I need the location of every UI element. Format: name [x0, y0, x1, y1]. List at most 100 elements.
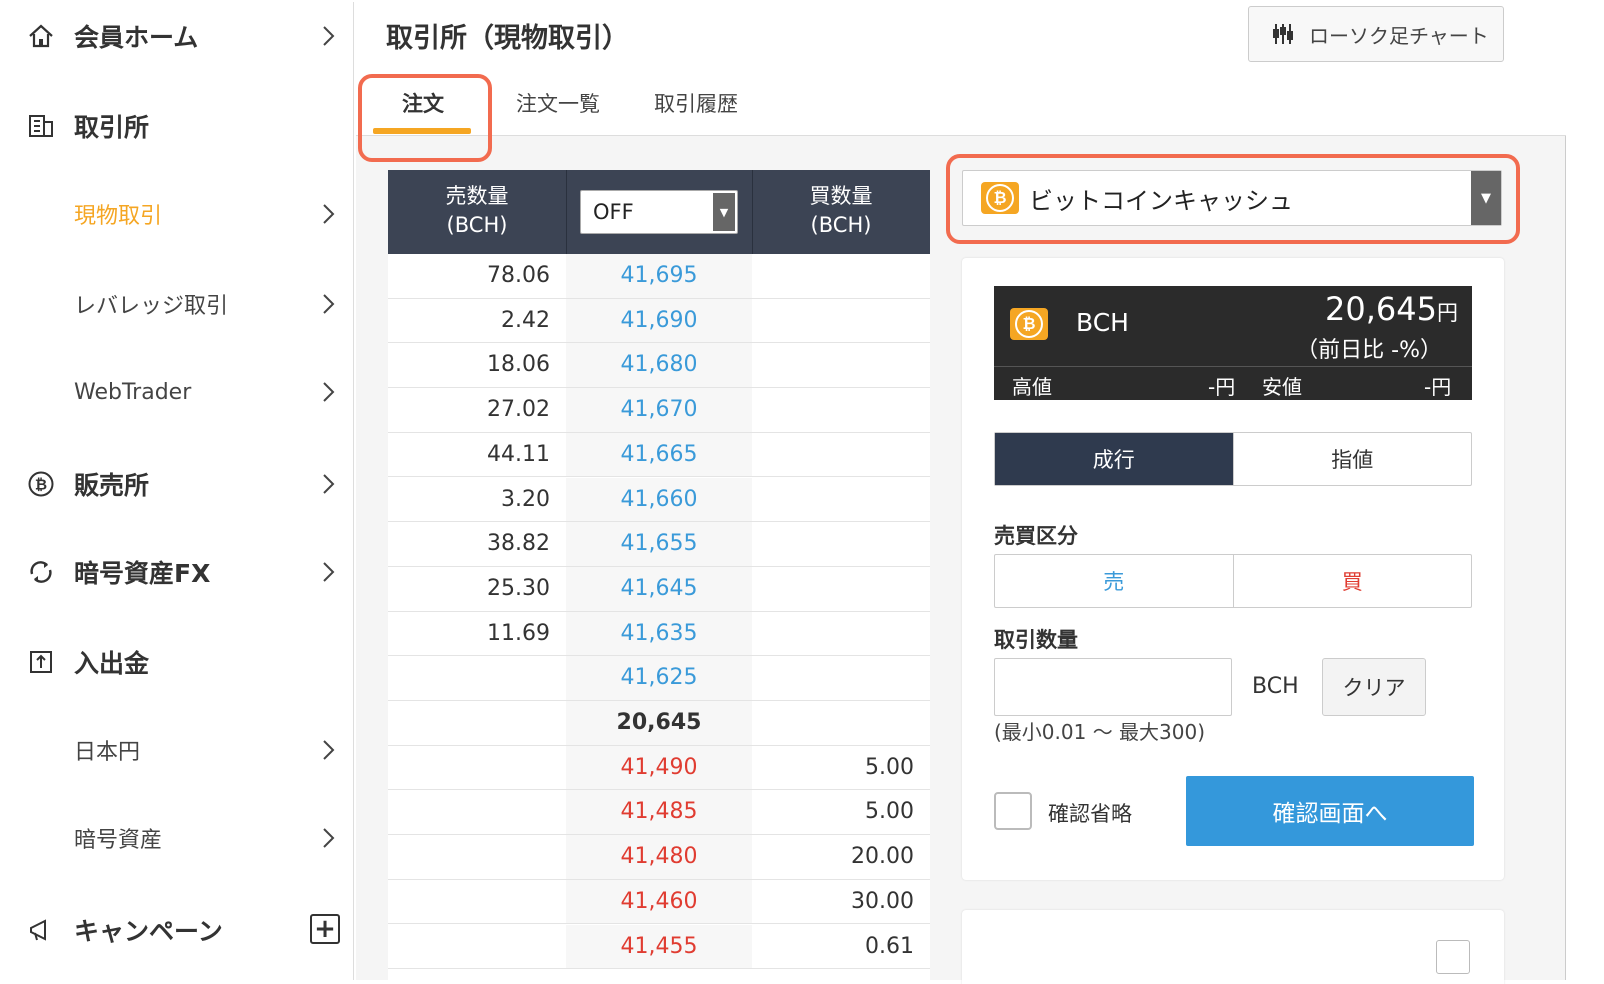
- bid-row[interactable]: 41,485 5.00: [388, 790, 930, 836]
- buy-button[interactable]: 買: [1232, 555, 1472, 607]
- order-panel: ₿ BCH 20,645円 （前日比 -%） 高値 -円 安値 -円 成行 指値…: [962, 258, 1504, 880]
- sidebar-item-jpy[interactable]: 日本円: [2, 720, 354, 780]
- sidebar-item-campaign[interactable]: キャンペーン +: [2, 900, 354, 960]
- quantity-unit: BCH: [1252, 674, 1299, 699]
- bid-price[interactable]: 41,455: [566, 924, 752, 969]
- current-price: 20,645円: [1325, 290, 1458, 328]
- limit-order-button[interactable]: 指値: [1232, 433, 1472, 485]
- sidebar-item-label: 日本円: [74, 740, 141, 765]
- sidebar-item-crypto-fx[interactable]: 暗号資産FX: [2, 542, 354, 602]
- ask-price[interactable]: 41,680: [566, 343, 752, 388]
- current-price-value: 20,645: [1325, 290, 1437, 328]
- confirm-button[interactable]: 確認画面へ: [1186, 776, 1474, 846]
- expand-plus-icon[interactable]: +: [310, 914, 340, 944]
- ask-qty: 44.11: [487, 441, 550, 467]
- bid-row[interactable]: 41,490 5.00: [388, 745, 930, 791]
- ask-price[interactable]: 41,625: [566, 656, 752, 700]
- page-title: 取引所（現物取引）: [386, 23, 629, 54]
- orderbook-filter-value: OFF: [593, 200, 634, 224]
- low-value: -円: [1424, 375, 1452, 399]
- ask-qty: 2.42: [501, 307, 550, 333]
- sidebar-item-label: 暗号資産FX: [74, 559, 211, 588]
- bid-price[interactable]: 41,485: [566, 790, 752, 835]
- ask-row[interactable]: 25.30 41,645: [388, 566, 930, 612]
- chevron-right-icon: [323, 26, 335, 46]
- low-label: 安値: [1262, 375, 1302, 399]
- ask-row[interactable]: 3.20 41,660: [388, 477, 930, 523]
- ask-qty: 11.69: [487, 620, 550, 646]
- tab-order-list[interactable]: 注文一覧: [516, 88, 600, 118]
- sidebar-item-crypto-assets[interactable]: 暗号資産: [2, 808, 354, 868]
- last-price-row: 20,645: [388, 701, 930, 746]
- clear-button[interactable]: クリア: [1322, 658, 1426, 716]
- chevron-right-icon: [323, 740, 335, 760]
- sidebar-item-label: 現物取引: [74, 204, 163, 229]
- ask-row[interactable]: 44.11 41,665: [388, 432, 930, 478]
- bid-qty: 5.00: [865, 799, 914, 825]
- buy-quantity-header-label: 買数量: [809, 184, 873, 208]
- sidebar: 会員ホーム 取引所 現物取引 レバレッジ取引 WebTrader ₿ 販売所 暗…: [2, 2, 354, 980]
- ask-price[interactable]: 41,695: [566, 254, 752, 298]
- ask-row[interactable]: 18.06 41,680: [388, 343, 930, 389]
- coin-symbol: BCH: [1076, 308, 1129, 337]
- ask-price[interactable]: 41,670: [566, 388, 752, 432]
- bid-price[interactable]: 41,460: [566, 879, 752, 924]
- sidebar-item-member-home[interactable]: 会員ホーム: [2, 6, 354, 66]
- bid-price[interactable]: 41,480: [566, 835, 752, 879]
- ask-price[interactable]: 41,635: [566, 611, 752, 656]
- price-unit: 円: [1437, 301, 1458, 325]
- ask-row[interactable]: 78.06 41,695: [388, 254, 930, 299]
- bid-row[interactable]: 41,455 0.61: [388, 924, 930, 970]
- bid-qty: 0.61: [865, 933, 914, 959]
- chevron-right-icon: [323, 204, 335, 224]
- sidebar-item-sales-office[interactable]: ₿ 販売所: [2, 454, 354, 514]
- price-summary: ₿ BCH 20,645円 （前日比 -%） 高値 -円 安値 -円: [994, 286, 1472, 400]
- home-icon: [26, 21, 56, 51]
- ask-price[interactable]: 41,660: [566, 477, 752, 522]
- refresh-icon[interactable]: [1436, 940, 1470, 974]
- market-order-button[interactable]: 成行: [995, 433, 1233, 485]
- bid-row[interactable]: 41,480 20.00: [388, 835, 930, 880]
- sell-quantity-header-unit: (BCH): [446, 213, 508, 237]
- bid-row[interactable]: 41,460 30.00: [388, 879, 930, 925]
- skip-confirm-checkbox[interactable]: [994, 792, 1032, 830]
- ask-row[interactable]: 11.69 41,635: [388, 611, 930, 657]
- order-book-header: 売数量 (BCH) OFF ▼ 買数量 (BCH): [388, 170, 930, 254]
- quantity-input[interactable]: [994, 658, 1232, 716]
- sidebar-item-webtrader[interactable]: WebTrader: [2, 362, 354, 422]
- deposit-icon: [26, 647, 56, 677]
- candlestick-icon: [1273, 24, 1293, 44]
- chevron-right-icon: [323, 294, 335, 314]
- bch-coin-icon: ₿: [1010, 308, 1048, 340]
- ask-price[interactable]: 41,645: [566, 566, 752, 611]
- bid-price[interactable]: 41,490: [566, 745, 752, 790]
- orderbook-filter-select[interactable]: OFF ▼: [580, 190, 738, 234]
- sidebar-item-spot-trading[interactable]: 現物取引: [2, 184, 354, 244]
- sidebar-item-label: 取引所: [74, 113, 150, 142]
- sidebar-item-deposit-withdrawal[interactable]: 入出金: [2, 632, 354, 692]
- ask-price[interactable]: 41,655: [566, 522, 752, 566]
- tab-highlight-outline: [358, 74, 492, 162]
- high-low-row: 高値 -円 安値 -円: [994, 366, 1472, 400]
- ask-row[interactable]: 41,625: [388, 656, 930, 701]
- chevron-right-icon: [323, 828, 335, 848]
- candlestick-chart-button[interactable]: ローソク足チャート: [1248, 6, 1504, 62]
- sidebar-item-leverage-trading[interactable]: レバレッジ取引: [2, 274, 354, 334]
- ask-row[interactable]: 2.42 41,690: [388, 298, 930, 344]
- coin-select-highlight-outline: [946, 154, 1520, 244]
- sidebar-item-label: 暗号資産: [74, 828, 163, 853]
- sidebar-item-exchange[interactable]: 取引所: [2, 96, 354, 156]
- sidebar-item-label: 販売所: [74, 471, 150, 500]
- ask-price[interactable]: 41,665: [566, 432, 752, 477]
- tab-trade-history[interactable]: 取引履歴: [654, 88, 738, 118]
- sell-button[interactable]: 売: [995, 555, 1233, 607]
- ask-row[interactable]: 27.02 41,670: [388, 388, 930, 433]
- order-book: 売数量 (BCH) OFF ▼ 買数量 (BCH) 78.06 41,695 2.…: [388, 170, 930, 982]
- candlestick-chart-label: ローソク足チャート: [1309, 23, 1489, 48]
- ask-qty: 78.06: [487, 263, 550, 288]
- ask-row[interactable]: 38.82 41,655: [388, 522, 930, 567]
- ask-price[interactable]: 41,690: [566, 298, 752, 343]
- bid-qty: 20.00: [851, 844, 914, 870]
- dropdown-arrow-icon: ▼: [713, 193, 735, 231]
- side-toggle: 売 買: [994, 554, 1472, 608]
